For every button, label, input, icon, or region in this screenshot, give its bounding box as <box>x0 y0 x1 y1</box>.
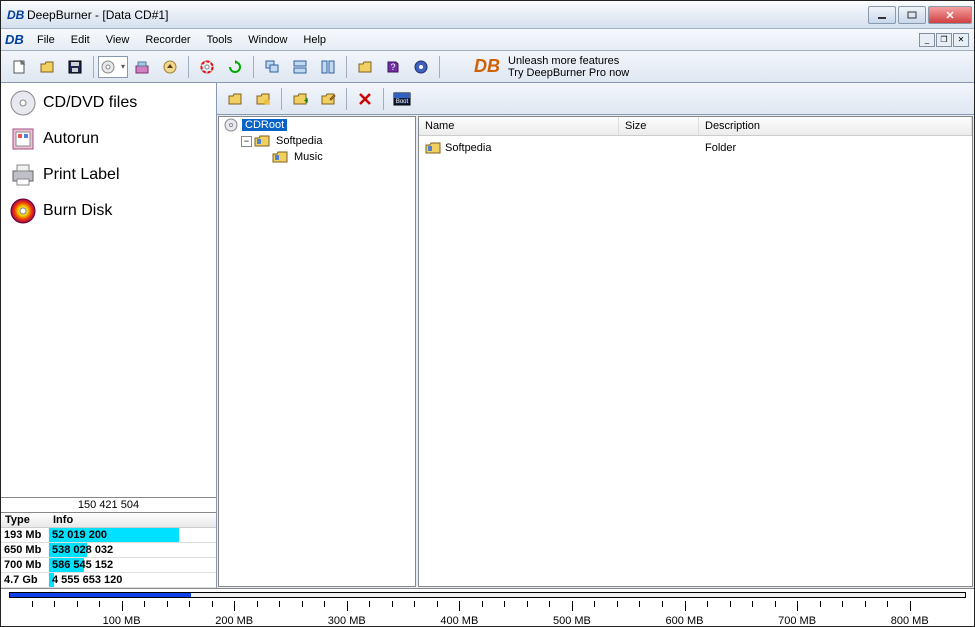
list-item[interactable]: SoftpediaFolder <box>419 136 972 160</box>
rename-folder-button[interactable] <box>316 87 340 111</box>
svg-text:Boot: Boot <box>396 99 409 105</box>
app-logo-small: DB <box>5 32 23 47</box>
open-button[interactable] <box>35 55 59 79</box>
delete-button[interactable] <box>353 87 377 111</box>
cd-icon <box>223 118 239 132</box>
info-row: 700 Mb586 545 152 <box>1 558 216 573</box>
ruler-label: 600 MB <box>666 615 704 627</box>
nav-burn-disk[interactable]: Burn Disk <box>3 193 214 229</box>
panel-toolbar: + Boot <box>217 83 974 115</box>
svg-text:?: ? <box>390 62 395 72</box>
add-folder-button[interactable] <box>251 87 275 111</box>
menu-recorder[interactable]: Recorder <box>137 31 198 49</box>
nav-cd-dvd-files[interactable]: CD/DVD files <box>3 85 214 121</box>
main-toolbar: ▾ ? DB Unleash more features Try DeepBur… <box>1 51 974 83</box>
folder-icon <box>425 141 441 155</box>
nav-panel: CD/DVD files Autorun Print Label Burn Di… <box>1 83 216 497</box>
boot-button[interactable]: Boot <box>390 87 414 111</box>
info-row: 193 Mb52 019 200 <box>1 528 216 543</box>
menubar: DB File Edit View Recorder Tools Window … <box>1 29 974 51</box>
tile-vertical-button[interactable] <box>316 55 340 79</box>
tree-toggle-icon[interactable]: − <box>241 136 252 147</box>
app-icon: DB <box>7 7 23 23</box>
promo-banner[interactable]: DB Unleash more features Try DeepBurner … <box>474 55 629 79</box>
help-button[interactable]: ? <box>381 55 405 79</box>
ruler-label: 300 MB <box>328 615 366 627</box>
ruler-label: 700 MB <box>778 615 816 627</box>
ruler-fill <box>10 593 191 597</box>
menu-edit[interactable]: Edit <box>63 31 98 49</box>
nav-label: CD/DVD files <box>43 94 137 112</box>
tree-item[interactable]: CDRoot <box>219 117 415 133</box>
info-header-type: Type <box>1 513 49 527</box>
drive-select[interactable]: ▾ <box>98 56 128 78</box>
tree-label: CDRoot <box>242 119 287 131</box>
menu-tools[interactable]: Tools <box>199 31 241 49</box>
nav-autorun[interactable]: Autorun <box>3 121 214 157</box>
ruler-label: 500 MB <box>553 615 591 627</box>
cd-icon <box>9 89 37 117</box>
mdi-close-button[interactable]: ✕ <box>953 33 969 47</box>
col-size[interactable]: Size <box>619 117 699 135</box>
nav-print-label[interactable]: Print Label <box>3 157 214 193</box>
promo-line1: Unleash more features <box>508 55 629 67</box>
burn-button[interactable] <box>195 55 219 79</box>
tree-item[interactable]: − Softpedia <box>219 133 415 149</box>
explorer-button[interactable] <box>353 55 377 79</box>
info-header-info: Info <box>49 513 216 527</box>
maximize-button[interactable] <box>898 6 926 24</box>
col-name[interactable]: Name <box>419 117 619 135</box>
ruler-label: 800 MB <box>891 615 929 627</box>
promo-logo-icon: DB <box>474 56 500 77</box>
menu-window[interactable]: Window <box>240 31 295 49</box>
folder-icon <box>254 134 270 148</box>
svg-text:+: + <box>304 96 308 107</box>
mdi-minimize-button[interactable]: _ <box>919 33 935 47</box>
tree-item[interactable]: Music <box>219 149 415 165</box>
erase-button[interactable] <box>130 55 154 79</box>
open-folder-button[interactable] <box>223 87 247 111</box>
ruler-label: 200 MB <box>215 615 253 627</box>
settings-button[interactable] <box>409 55 433 79</box>
size-ruler: 100 MB 200 MB 300 MB 400 MB 500 MB 600 MB 700 … <box>1 588 974 626</box>
minimize-button[interactable] <box>868 6 896 24</box>
tree-label: Softpedia <box>273 135 325 147</box>
nav-label: Autorun <box>43 130 99 148</box>
col-description[interactable]: Description <box>699 117 972 135</box>
info-total: 150 421 504 <box>1 498 216 513</box>
file-list[interactable]: Name Size Description SoftpediaFolder <box>418 116 973 587</box>
info-row: 4.7 Gb4 555 653 120 <box>1 573 216 588</box>
save-button[interactable] <box>63 55 87 79</box>
new-button[interactable] <box>7 55 31 79</box>
tree-label: Music <box>291 151 326 163</box>
tree-view[interactable]: CDRoot − Softpedia Music <box>218 116 416 587</box>
ruler-label: 100 MB <box>103 615 141 627</box>
nav-label: Print Label <box>43 166 120 184</box>
burn-disk-icon <box>9 197 37 225</box>
folder-icon <box>272 150 288 164</box>
new-folder-button[interactable]: + <box>288 87 312 111</box>
cascade-button[interactable] <box>260 55 284 79</box>
tile-horizontal-button[interactable] <box>288 55 312 79</box>
autorun-icon <box>9 125 37 153</box>
menu-file[interactable]: File <box>29 31 63 49</box>
close-button[interactable] <box>928 6 972 24</box>
ruler-label: 400 MB <box>440 615 478 627</box>
titlebar: DB DeepBurner - [Data CD#1] <box>1 1 974 29</box>
mdi-restore-button[interactable]: ❐ <box>936 33 952 47</box>
info-box: 150 421 504 Type Info 193 Mb52 019 20065… <box>1 497 216 588</box>
eject-button[interactable] <box>158 55 182 79</box>
window-title: DeepBurner - [Data CD#1] <box>27 8 866 22</box>
refresh-button[interactable] <box>223 55 247 79</box>
menu-view[interactable]: View <box>98 31 138 49</box>
info-row: 650 Mb538 028 032 <box>1 543 216 558</box>
promo-line2: Try DeepBurner Pro now <box>508 67 629 79</box>
printer-icon <box>9 161 37 189</box>
nav-label: Burn Disk <box>43 202 112 220</box>
menu-help[interactable]: Help <box>295 31 334 49</box>
